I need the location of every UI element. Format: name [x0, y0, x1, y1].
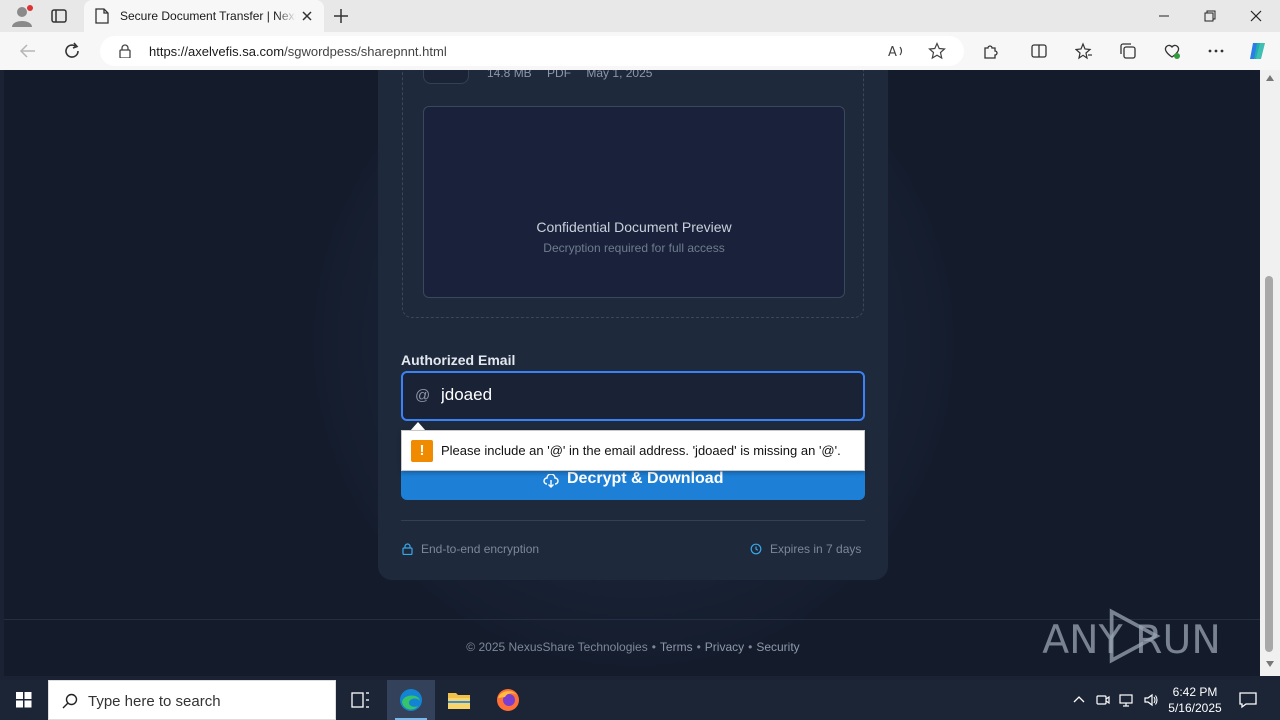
favorites-icon[interactable]: [1075, 42, 1093, 60]
file-type: PDF: [547, 70, 572, 80]
windows-start-icon[interactable]: [0, 680, 48, 720]
browser-tab-bar: Secure Document Transfer | Nexus: [0, 0, 1280, 32]
taskbar-edge-app[interactable]: [387, 680, 435, 720]
footer-copyright: © 2025 NexusShare Technologies: [466, 640, 648, 654]
window-restore-icon[interactable]: [1202, 8, 1218, 24]
lock-icon: [402, 543, 413, 555]
document-card: 14.8 MB PDF May 1, 2025 Confidential Doc…: [378, 70, 888, 580]
clock-time: 6:42 PM: [1172, 685, 1218, 699]
encryption-label: End-to-end encryption: [421, 542, 540, 556]
preview-subtitle: Decryption required for full access: [543, 241, 725, 255]
firefox-icon: [497, 689, 519, 711]
file-size: 14.8 MB: [487, 70, 532, 80]
email-input[interactable]: [441, 385, 841, 405]
reload-icon[interactable]: [62, 41, 82, 61]
windows-taskbar: Type here to search 6:42 PM 5/16/2025: [0, 680, 1280, 720]
validation-tooltip: ! Please include an '@' in the email add…: [401, 430, 865, 471]
notification-center-icon[interactable]: [1238, 690, 1258, 710]
tab-close-icon[interactable]: [300, 9, 314, 23]
lock-icon[interactable]: [118, 44, 132, 58]
decrypt-button-label: Decrypt & Download: [567, 470, 724, 487]
warning-icon: !: [411, 440, 433, 462]
anyrun-watermark-logo: ANY RUN: [1042, 608, 1221, 664]
tab-actions-icon[interactable]: [50, 7, 68, 25]
scroll-down-arrow-icon[interactable]: [1266, 661, 1274, 667]
at-sign-icon: @: [415, 387, 431, 404]
collections-icon[interactable]: [1119, 42, 1137, 60]
email-field[interactable]: @: [401, 371, 865, 421]
file-date: May 1, 2025: [586, 70, 653, 80]
more-options-icon[interactable]: [1207, 42, 1225, 60]
document-preview: Confidential Document Preview Decryption…: [423, 106, 845, 298]
active-tab[interactable]: Secure Document Transfer | Nexus: [84, 0, 324, 32]
tab-title: Secure Document Transfer | Nexus: [120, 9, 296, 23]
copilot-icon[interactable]: [1247, 40, 1269, 62]
new-tab-icon[interactable]: [332, 7, 350, 25]
favorite-star-icon[interactable]: [928, 42, 946, 60]
svg-text:A: A: [888, 45, 897, 59]
footer-link-terms[interactable]: Terms: [660, 640, 693, 654]
document-section: 14.8 MB PDF May 1, 2025 Confidential Doc…: [402, 70, 864, 318]
taskbar-firefox[interactable]: [484, 680, 532, 720]
page-viewport: 14.8 MB PDF May 1, 2025 Confidential Doc…: [4, 70, 1260, 676]
cloud-download-icon: [543, 474, 559, 488]
file-icon-box: [423, 70, 469, 84]
window-minimize-icon[interactable]: [1156, 8, 1172, 24]
url-bar[interactable]: https://axelvefis.sa.com/sgwordpess/shar…: [100, 36, 964, 66]
taskbar-search[interactable]: Type here to search: [48, 680, 336, 720]
profile-notification-dot: [27, 5, 33, 11]
address-toolbar: https://axelvefis.sa.com/sgwordpess/shar…: [0, 32, 1280, 70]
footer-link-privacy[interactable]: Privacy: [705, 640, 744, 654]
clock-date: 5/16/2025: [1168, 701, 1222, 715]
tray-overflow-chevron-icon[interactable]: [1071, 692, 1087, 708]
page-favicon-icon: [95, 8, 109, 24]
validation-message: Please include an '@' in the email addre…: [441, 443, 841, 458]
back-arrow-icon[interactable]: [18, 41, 38, 61]
window-close-icon[interactable]: [1248, 8, 1264, 24]
vertical-scrollbar[interactable]: [1260, 70, 1280, 676]
search-icon: [62, 693, 78, 709]
clock-icon: [750, 543, 762, 555]
search-placeholder: Type here to search: [88, 693, 221, 710]
taskbar-file-explorer[interactable]: [435, 680, 483, 720]
folder-icon: [448, 693, 470, 709]
split-screen-icon[interactable]: [1030, 42, 1048, 60]
read-aloud-icon[interactable]: A: [888, 43, 906, 59]
system-clock[interactable]: 6:42 PM 5/16/2025: [1160, 684, 1230, 716]
divider: [401, 520, 865, 521]
scroll-up-arrow-icon[interactable]: [1266, 75, 1274, 81]
url-path: /sgwordpess/sharepnnt.html: [284, 44, 447, 59]
extensions-icon[interactable]: [982, 42, 1000, 60]
email-label: Authorized Email: [401, 352, 516, 368]
scroll-thumb[interactable]: [1265, 276, 1273, 652]
url-text[interactable]: https://axelvefis.sa.com/sgwordpess/shar…: [149, 44, 447, 59]
expiry-label: Expires in 7 days: [770, 542, 862, 556]
footer-link-security[interactable]: Security: [756, 640, 799, 654]
url-host: https://axelvefis.sa.com: [149, 44, 285, 59]
file-metadata: 14.8 MB PDF May 1, 2025: [487, 70, 664, 80]
network-icon[interactable]: [1119, 692, 1135, 708]
volume-icon[interactable]: [1143, 692, 1159, 708]
meet-now-icon[interactable]: [1095, 692, 1111, 708]
edge-browser-icon: [400, 689, 422, 711]
browser-essentials-icon[interactable]: [1163, 42, 1181, 60]
task-view-icon[interactable]: [336, 680, 384, 720]
preview-title: Confidential Document Preview: [536, 219, 732, 235]
